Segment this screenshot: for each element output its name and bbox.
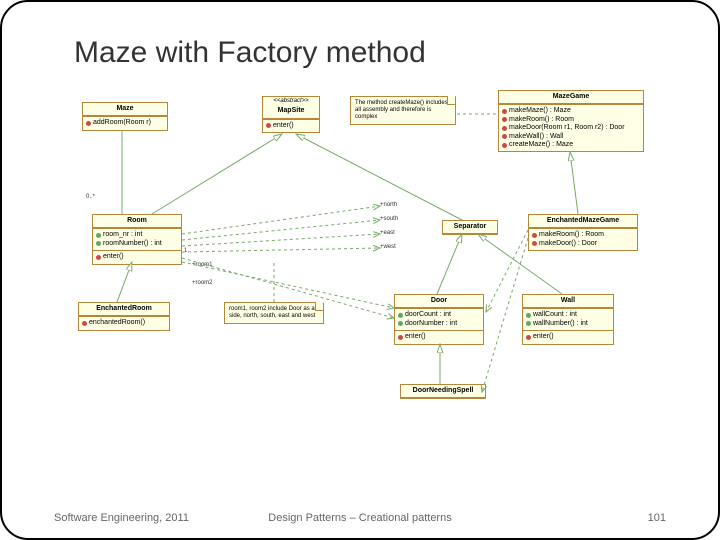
class-enchantedmazegame: EnchantedMazeGame makeRoom() : Room make… <box>528 214 638 251</box>
vis-icon <box>502 126 507 131</box>
vis-icon <box>502 117 507 122</box>
class-maze: Maze addRoom(Room r) <box>82 102 168 131</box>
footer-page-number: 101 <box>648 512 666 524</box>
vis-icon <box>82 321 87 326</box>
class-name: Maze <box>83 103 167 116</box>
vis-icon <box>526 321 531 326</box>
vis-icon <box>266 123 271 128</box>
role-room1: +room1 <box>192 262 213 268</box>
class-doorneedingspell: DoorNeedingSpell <box>400 384 486 399</box>
class-door: Door doorCount : int doorNumber : int en… <box>394 294 484 345</box>
vis-icon <box>398 313 403 318</box>
note-room-sides: room1, room2 include Door as a side, nor… <box>224 302 324 324</box>
multiplicity-one: 1 <box>184 248 187 254</box>
uml-diagram: Maze addRoom(Room r) <<abstract>> MapSit… <box>62 102 662 442</box>
role-room2: +room2 <box>192 280 213 286</box>
class-name: DoorNeedingSpell <box>401 385 485 398</box>
class-wall: Wall wallCount : int wallNumber() : int … <box>522 294 614 345</box>
vis-icon <box>502 134 507 139</box>
vis-icon <box>532 241 537 246</box>
class-name: MazeGame <box>499 91 643 104</box>
class-name: Wall <box>523 295 613 308</box>
class-mapsite: <<abstract>> MapSite enter() <box>262 96 320 133</box>
role-north: +north <box>380 202 397 208</box>
footer-center: Design Patterns – Creational patterns <box>2 512 718 524</box>
class-mazegame: MazeGame makeMaze() : Maze makeRoom() : … <box>498 90 644 152</box>
class-name: Door <box>395 295 483 308</box>
class-enchantedroom: EnchantedRoom enchantedRoom() <box>78 302 170 331</box>
slide-frame: Maze with Factory method Maze addRoom(Ro… <box>0 0 720 540</box>
vis-icon <box>502 109 507 114</box>
vis-icon <box>532 233 537 238</box>
role-west: +west <box>380 244 396 250</box>
vis-icon <box>502 143 507 148</box>
note-createmaze: The method createMaze() includes all ass… <box>350 96 456 125</box>
vis-icon <box>398 321 403 326</box>
vis-icon <box>86 121 91 126</box>
stereotype: <<abstract>> <box>263 97 319 105</box>
class-room: Room room_nr : int roomNumber() : int en… <box>92 214 182 265</box>
multiplicity-label: 0..* <box>86 194 95 200</box>
vis-icon <box>526 335 531 340</box>
vis-icon <box>398 335 403 340</box>
vis-icon <box>96 255 101 260</box>
class-name: Room <box>93 215 181 228</box>
class-name: MapSite <box>263 105 319 118</box>
vis-icon <box>96 241 101 246</box>
class-name: EnchantedRoom <box>79 303 169 316</box>
vis-icon <box>96 233 101 238</box>
vis-icon <box>526 313 531 318</box>
class-separator: Separator <box>442 220 498 235</box>
class-name: Separator <box>443 221 497 234</box>
page-title: Maze with Factory method <box>74 36 426 70</box>
class-name: EnchantedMazeGame <box>529 215 637 228</box>
connector-lines <box>62 102 662 442</box>
role-east: +east <box>380 230 395 236</box>
role-south: +south <box>380 216 398 222</box>
